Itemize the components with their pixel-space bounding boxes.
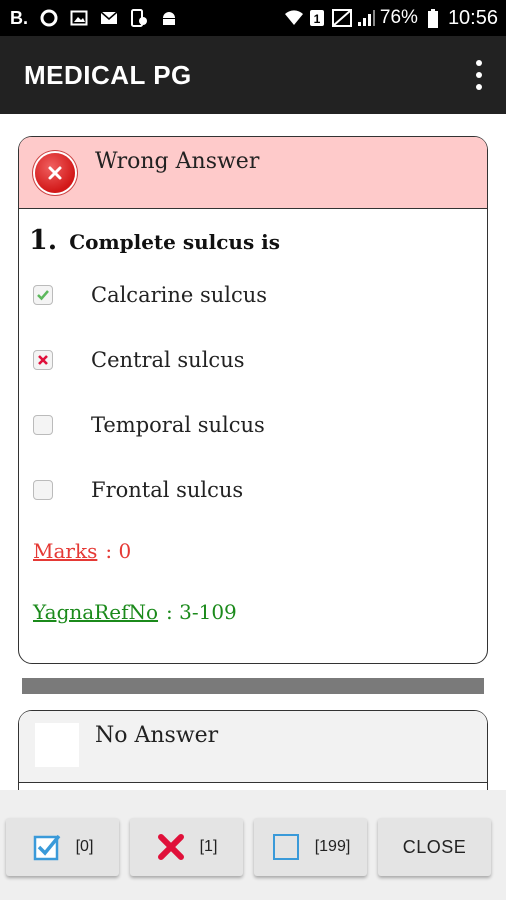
answer-status-header: No Answer	[19, 711, 487, 783]
option-label: Calcarine sulcus	[91, 283, 268, 307]
status-bar: B. 1 76% 10:56	[0, 0, 506, 36]
empty-checkbox-icon[interactable]	[33, 415, 53, 435]
device-icon	[130, 9, 148, 27]
circle-icon	[40, 9, 58, 27]
clock: 10:56	[447, 6, 498, 29]
red-x-icon	[156, 832, 186, 862]
reference-row: YagnaRefNo : 3-109	[33, 600, 237, 624]
reference-link[interactable]: YagnaRefNo	[33, 600, 158, 624]
wrong-x-icon[interactable]	[33, 350, 53, 370]
wrong-count: [1]	[199, 838, 218, 855]
question-number: 1.	[29, 225, 58, 256]
unanswered-count: [199]	[314, 838, 351, 855]
svg-text:1: 1	[314, 12, 321, 26]
battery-icon	[424, 9, 442, 28]
no-signal-icon	[331, 9, 352, 27]
app-bar: MEDICAL PG	[0, 36, 506, 114]
wrong-answer-icon	[35, 153, 75, 193]
app-title: MEDICAL PG	[24, 59, 192, 90]
marks-value: : 0	[105, 539, 132, 563]
option-d[interactable]: Frontal sulcus	[33, 478, 243, 502]
answer-status-label: No Answer	[95, 723, 219, 748]
image-icon	[70, 9, 88, 27]
question: 1. Complete sulcus is	[29, 225, 280, 256]
question-text: Complete sulcus is	[69, 230, 281, 254]
more-vert-icon[interactable]	[474, 60, 484, 90]
empty-checkbox-icon[interactable]	[33, 480, 53, 500]
answer-status-header: Wrong Answer	[19, 137, 487, 209]
b-letter-icon: B.	[10, 8, 28, 28]
correct-filter-button[interactable]: [0]	[6, 818, 119, 876]
marks-link[interactable]: Marks	[33, 539, 97, 563]
wrong-filter-button[interactable]: [1]	[130, 818, 243, 876]
option-b[interactable]: Central sulcus	[33, 348, 245, 372]
android-icon	[160, 9, 178, 27]
battery-percentage: 76%	[379, 7, 418, 28]
mail-icon	[100, 9, 118, 27]
question-card: No Answer	[18, 710, 488, 790]
option-label: Frontal sulcus	[91, 478, 244, 502]
option-label: Central sulcus	[91, 348, 245, 372]
wifi-icon	[284, 9, 303, 27]
answer-status-label: Wrong Answer	[95, 149, 260, 174]
reference-value: : 3-109	[166, 600, 237, 624]
close-button[interactable]: CLOSE	[378, 818, 491, 876]
checked-box-icon	[32, 832, 62, 862]
correct-check-icon[interactable]	[33, 285, 53, 305]
option-label: Temporal sulcus	[91, 413, 265, 437]
option-c[interactable]: Temporal sulcus	[33, 413, 265, 437]
sim-icon: 1	[308, 9, 326, 27]
signal-icon	[356, 9, 375, 27]
divider	[22, 678, 484, 694]
unanswered-filter-button[interactable]: [199]	[254, 818, 367, 876]
marks-row: Marks : 0	[33, 539, 131, 563]
question-card: Wrong Answer 1. Complete sulcus is Calca…	[18, 136, 488, 664]
correct-count: [0]	[75, 838, 94, 855]
no-answer-icon	[35, 723, 79, 767]
bottom-bar: [0] [1] [199] CLOSE	[0, 790, 506, 900]
empty-box-icon	[271, 832, 301, 862]
results-list[interactable]: Wrong Answer 1. Complete sulcus is Calca…	[0, 114, 506, 790]
option-a[interactable]: Calcarine sulcus	[33, 283, 267, 307]
